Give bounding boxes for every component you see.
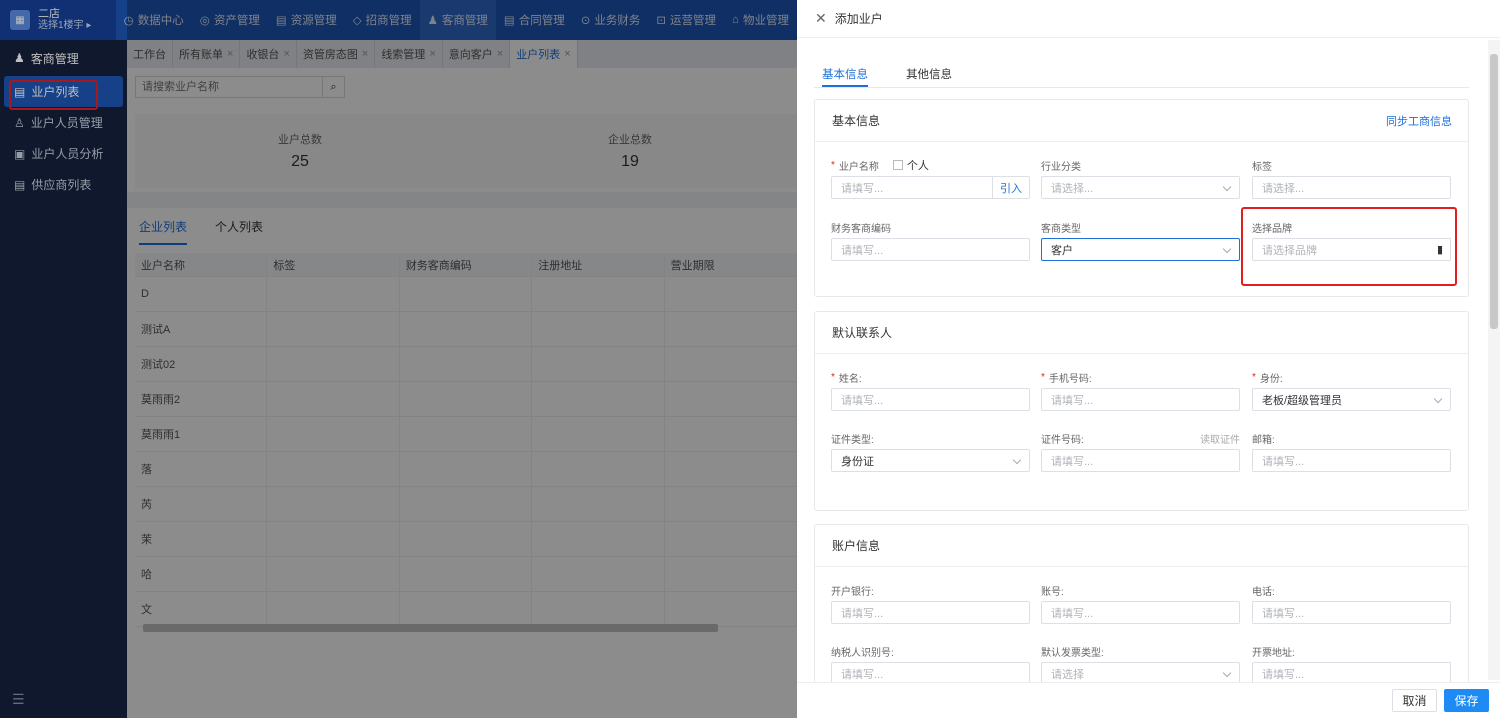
account-field: 账号: 请填写... xyxy=(1041,582,1240,624)
scrollbar-thumb[interactable] xyxy=(1490,54,1498,329)
modal-mask-sidebar[interactable] xyxy=(0,0,127,718)
invoice-address-label: 开票地址: xyxy=(1252,647,1295,659)
tag-label: 标签 xyxy=(1252,161,1272,173)
merchant-type-label: 客商类型 xyxy=(1041,223,1081,235)
personal-label: 个人 xyxy=(906,160,929,172)
label-text: 姓名: xyxy=(838,373,862,385)
highlight-box xyxy=(1241,207,1457,286)
invoice-address-field: 开票地址: 请填写... xyxy=(1252,643,1451,685)
bank-label: 开户银行: xyxy=(831,586,874,598)
owner-name-field: * 业户名称 个人 请填写... 引入 xyxy=(831,157,1030,199)
id-number-input[interactable]: 请填写... xyxy=(1041,449,1240,472)
tax-id-label: 纳税人识别号: xyxy=(831,647,894,659)
contact-name-field: * 姓名: 请填写... xyxy=(831,369,1030,411)
account-label: 账号: xyxy=(1041,586,1064,598)
personal-checkbox[interactable] xyxy=(892,160,903,170)
finance-code-field: 财务客商编码 请填写... xyxy=(831,219,1030,261)
finance-code-label: 财务客商编码 xyxy=(831,223,891,235)
account-input[interactable]: 请填写... xyxy=(1041,601,1240,624)
placeholder: 请填写... xyxy=(841,182,884,195)
email-label: 邮箱: xyxy=(1252,434,1275,446)
industry-select[interactable]: 请选择... xyxy=(1041,176,1240,199)
drawer-tabs: 基本信息 其他信息 xyxy=(814,58,1469,88)
label-text: 证件号码: xyxy=(1041,434,1084,446)
drawer-footer: 取消 保存 xyxy=(797,682,1500,718)
id-type-field: 证件类型: 身份证 xyxy=(831,430,1030,472)
phone-input[interactable]: 请填写... xyxy=(1041,388,1240,411)
finance-code-input[interactable]: 请填写... xyxy=(831,238,1030,261)
merchant-type-select[interactable]: 客户 xyxy=(1041,238,1240,261)
bank-input[interactable]: 请填写... xyxy=(831,601,1030,624)
add-owner-drawer: ✕ 添加业户 基本信息 其他信息 基本信息 同步工商信息 * 业户名称 个人 请填写.… xyxy=(797,0,1500,718)
tab-basic-info[interactable]: 基本信息 xyxy=(822,58,868,87)
vertical-scrollbar[interactable] xyxy=(1488,40,1500,680)
id-type-label: 证件类型: xyxy=(831,434,874,446)
tab-other-info[interactable]: 其他信息 xyxy=(906,58,952,87)
close-icon[interactable]: ✕ xyxy=(815,10,827,27)
role-label: * 身份: xyxy=(1252,371,1283,385)
owner-name-label: * 业户名称 个人 xyxy=(831,157,1030,173)
industry-label: 行业分类 xyxy=(1041,161,1081,173)
email-input[interactable]: 请填写... xyxy=(1252,449,1451,472)
cancel-button[interactable]: 取消 xyxy=(1392,689,1437,712)
drawer-title: 添加业户 xyxy=(834,12,883,26)
owner-name-input[interactable]: 请填写... 引入 xyxy=(831,176,1030,199)
modal-mask[interactable] xyxy=(127,0,797,718)
industry-field: 行业分类 请选择... xyxy=(1041,157,1240,199)
merchant-type-field: 客商类型 客户 xyxy=(1041,219,1240,261)
card-title: 账户信息 xyxy=(815,525,1468,567)
read-id-link[interactable]: 读取证件 xyxy=(1200,431,1240,446)
phone-label: * 手机号码: xyxy=(1041,371,1092,385)
card-header: 基本信息 同步工商信息 xyxy=(815,100,1468,142)
id-number-field: 证件号码: 读取证件 请填写... xyxy=(1041,430,1240,472)
card-title: 基本信息 xyxy=(832,114,881,128)
contact-name-input[interactable]: 请填写... xyxy=(831,388,1030,411)
contact-card: 默认联系人 * 姓名: 请填写... * 手机号码: 请填写... * 身份: 老板/… xyxy=(814,311,1469,511)
invoice-type-label: 默认发票类型: xyxy=(1041,647,1104,659)
tag-select[interactable]: 请选择... xyxy=(1252,176,1451,199)
tel-label: 电话: xyxy=(1252,586,1275,598)
save-button[interactable]: 保存 xyxy=(1444,689,1489,712)
invoice-type-field: 默认发票类型: 请选择 xyxy=(1041,643,1240,685)
label-text: 身份: xyxy=(1259,373,1283,385)
bank-field: 开户银行: 请填写... xyxy=(831,582,1030,624)
email-field: 邮箱: 请填写... xyxy=(1252,430,1451,472)
label-text: 业户名称 xyxy=(838,161,879,173)
tag-field: 标签 请选择... xyxy=(1252,157,1451,199)
sync-business-info-link[interactable]: 同步工商信息 xyxy=(1386,113,1452,129)
phone-field: * 手机号码: 请填写... xyxy=(1041,369,1240,411)
import-button[interactable]: 引入 xyxy=(992,177,1029,198)
tel-input[interactable]: 请填写... xyxy=(1252,601,1451,624)
role-field: * 身份: 老板/超级管理员 xyxy=(1252,369,1451,411)
drawer-header: ✕ 添加业户 xyxy=(797,0,1500,38)
tax-id-field: 纳税人识别号: 请填写... xyxy=(831,643,1030,685)
role-select[interactable]: 老板/超级管理员 xyxy=(1252,388,1451,411)
label-text: 手机号码: xyxy=(1048,373,1092,385)
id-type-select[interactable]: 身份证 xyxy=(831,449,1030,472)
id-number-label: 证件号码: 读取证件 xyxy=(1041,430,1240,446)
account-card: 账户信息 开户银行: 请填写... 账号: 请填写... 电话: 请填写... … xyxy=(814,524,1469,694)
tel-field: 电话: 请填写... xyxy=(1252,582,1451,624)
card-title: 默认联系人 xyxy=(815,312,1468,354)
contact-name-label: * 姓名: xyxy=(831,371,862,385)
